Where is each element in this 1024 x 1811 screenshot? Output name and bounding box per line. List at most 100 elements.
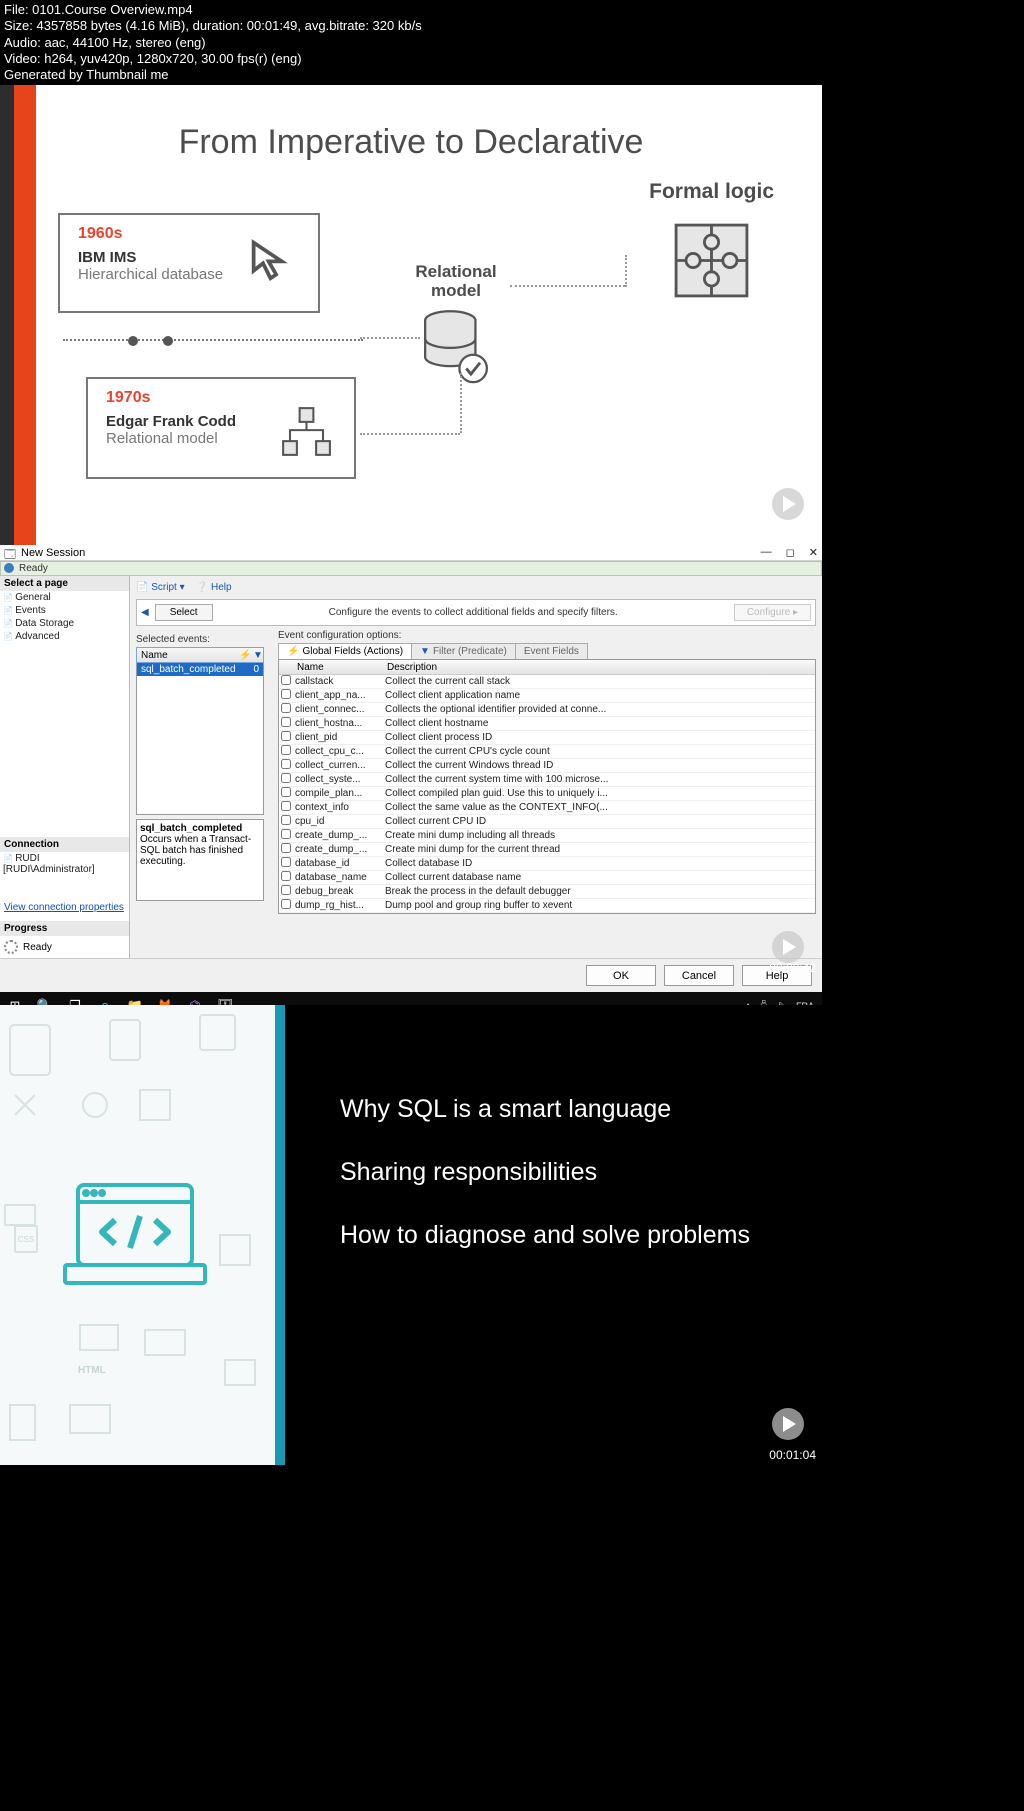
- laptop-code-icon: [60, 1180, 210, 1295]
- field-checkbox[interactable]: [281, 759, 291, 769]
- ok-button[interactable]: OK: [586, 965, 656, 986]
- play-overlay-icon[interactable]: [772, 488, 804, 520]
- play-overlay-icon[interactable]: [772, 931, 804, 963]
- field-desc: Collect client application name: [383, 690, 815, 701]
- field-desc: Collect the current CPU's cycle count: [383, 746, 815, 757]
- progress-value: Ready: [23, 942, 52, 953]
- field-row[interactable]: client_pidCollect client process ID: [279, 731, 815, 745]
- field-row[interactable]: debug_breakBreak the process in the defa…: [279, 885, 815, 899]
- explorer-icon[interactable]: 📁: [120, 992, 150, 1005]
- page-item[interactable]: Events: [0, 604, 129, 617]
- html-badge-icon: HTML: [78, 1365, 106, 1376]
- field-row[interactable]: compile_plan...Collect compiled plan gui…: [279, 787, 815, 801]
- field-row[interactable]: create_dump_...Create mini dump for the …: [279, 843, 815, 857]
- tray-network-icon[interactable]: 🖧: [759, 998, 769, 1006]
- field-row[interactable]: client_hostna...Collect client hostname: [279, 717, 815, 731]
- field-name: database_id: [293, 858, 383, 869]
- cancel-button[interactable]: Cancel: [664, 965, 734, 986]
- field-row[interactable]: collect_curren...Collect the current Win…: [279, 759, 815, 773]
- field-row[interactable]: collect_cpu_c...Collect the current CPU'…: [279, 745, 815, 759]
- field-checkbox[interactable]: [281, 675, 291, 685]
- field-checkbox[interactable]: [281, 689, 291, 699]
- relational-text: Relational model: [406, 263, 506, 300]
- page-item[interactable]: General: [0, 591, 129, 604]
- field-row[interactable]: client_app_na...Collect client applicati…: [279, 689, 815, 703]
- configure-button[interactable]: Configure ▸: [734, 604, 811, 621]
- field-row[interactable]: cpu_idCollect current CPU ID: [279, 815, 815, 829]
- dialog-button-row: OK Cancel Help: [0, 958, 822, 992]
- field-desc: Collect the current system time with 100…: [383, 774, 815, 785]
- fields-name-col[interactable]: Name: [293, 662, 383, 673]
- field-checkbox[interactable]: [281, 731, 291, 741]
- database-icon: [421, 309, 491, 389]
- meta-file: File: 0101.Course Overview.mp4: [4, 2, 1020, 18]
- field-checkbox[interactable]: [281, 871, 291, 881]
- task-view-icon[interactable]: ❐: [60, 992, 90, 1005]
- tab-filter[interactable]: ▼Filter (Predicate): [411, 643, 516, 659]
- field-checkbox[interactable]: [281, 773, 291, 783]
- page-item[interactable]: Advanced: [0, 630, 129, 643]
- field-row[interactable]: database_nameCollect current database na…: [279, 871, 815, 885]
- vs-icon[interactable]: ⌬: [180, 992, 210, 1005]
- firefox-icon[interactable]: 🦊: [150, 992, 180, 1005]
- ssms-icon[interactable]: 🗄: [210, 992, 240, 1005]
- fields-desc-col[interactable]: Description: [383, 662, 441, 673]
- field-row[interactable]: database_idCollect database ID: [279, 857, 815, 871]
- field-checkbox[interactable]: [281, 899, 291, 909]
- field-checkbox[interactable]: [281, 843, 291, 853]
- css-badge-icon: CSS: [14, 1225, 38, 1253]
- field-desc: Collects the optional identifier provide…: [383, 704, 815, 715]
- script-dropdown[interactable]: 📄 Script ▾: [136, 582, 185, 593]
- help-link[interactable]: ❔ Help: [196, 582, 232, 593]
- field-row[interactable]: collect_syste...Collect the current syst…: [279, 773, 815, 787]
- field-row[interactable]: dump_rg_hist...Dump pool and group ring …: [279, 899, 815, 913]
- field-checkbox[interactable]: [281, 815, 291, 825]
- field-desc: Collect current database name: [383, 872, 815, 883]
- selected-event-row[interactable]: sql_batch_completed0: [137, 663, 263, 676]
- search-icon[interactable]: 🔍: [30, 992, 60, 1005]
- field-checkbox[interactable]: [281, 885, 291, 895]
- view-connection-link[interactable]: View connection properties: [0, 900, 129, 915]
- filter-icon[interactable]: ▼: [249, 650, 263, 661]
- meta-generated: Generated by Thumbnail me: [4, 67, 1020, 83]
- hierarchy-icon: [279, 404, 334, 459]
- windows-taskbar[interactable]: ⊞ 🔍 ❐ e 📁 🦊 ⌬ 🗄 ˄ 🖧 🔈 FRA: [0, 992, 822, 1005]
- tab-event-fields[interactable]: Event Fields: [515, 643, 588, 659]
- meta-size: Size: 4357858 bytes (4.16 MiB), duration…: [4, 18, 1020, 34]
- field-checkbox[interactable]: [281, 857, 291, 867]
- formal-logic-block: Formal logic: [649, 180, 774, 303]
- meta-audio: Audio: aac, 44100 Hz, stereo (eng): [4, 35, 1020, 51]
- field-desc: Collect client process ID: [383, 732, 815, 743]
- play-overlay-icon[interactable]: [772, 1408, 804, 1440]
- progress-spinner-icon: [4, 940, 18, 954]
- name-col-header[interactable]: Name: [137, 650, 235, 661]
- field-row[interactable]: client_connec...Collects the optional id…: [279, 703, 815, 717]
- close-button[interactable]: ✕: [809, 546, 818, 559]
- field-name: collect_syste...: [293, 774, 383, 785]
- field-checkbox[interactable]: [281, 703, 291, 713]
- events-grid-body[interactable]: sql_batch_completed0: [136, 663, 264, 815]
- page-item[interactable]: Data Storage: [0, 617, 129, 630]
- minimize-button[interactable]: —: [761, 546, 772, 559]
- ready-text: Ready: [19, 563, 48, 574]
- field-row[interactable]: callstackCollect the current call stack: [279, 675, 815, 689]
- select-button[interactable]: Select: [155, 604, 213, 621]
- start-button[interactable]: ⊞: [0, 992, 30, 1005]
- select-page-header: Select a page: [0, 576, 129, 591]
- thumb3-left-graphic: CSS HTML: [0, 1005, 275, 1465]
- ie-icon[interactable]: e: [90, 992, 120, 1005]
- fields-grid[interactable]: Name Description callstackCollect the cu…: [278, 659, 816, 914]
- field-name: callstack: [293, 676, 383, 687]
- back-arrow-icon[interactable]: ◀: [141, 607, 149, 618]
- field-checkbox[interactable]: [281, 745, 291, 755]
- field-row[interactable]: context_infoCollect the same value as th…: [279, 801, 815, 815]
- maximize-button[interactable]: ◻: [786, 546, 795, 559]
- lightning-icon[interactable]: ⚡: [235, 650, 249, 661]
- field-desc: Collect the current call stack: [383, 676, 815, 687]
- tab-global-fields[interactable]: ⚡Global Fields (Actions): [278, 643, 412, 659]
- field-checkbox[interactable]: [281, 829, 291, 839]
- field-row[interactable]: create_dump_...Create mini dump includin…: [279, 829, 815, 843]
- field-checkbox[interactable]: [281, 717, 291, 727]
- field-checkbox[interactable]: [281, 801, 291, 811]
- field-checkbox[interactable]: [281, 787, 291, 797]
